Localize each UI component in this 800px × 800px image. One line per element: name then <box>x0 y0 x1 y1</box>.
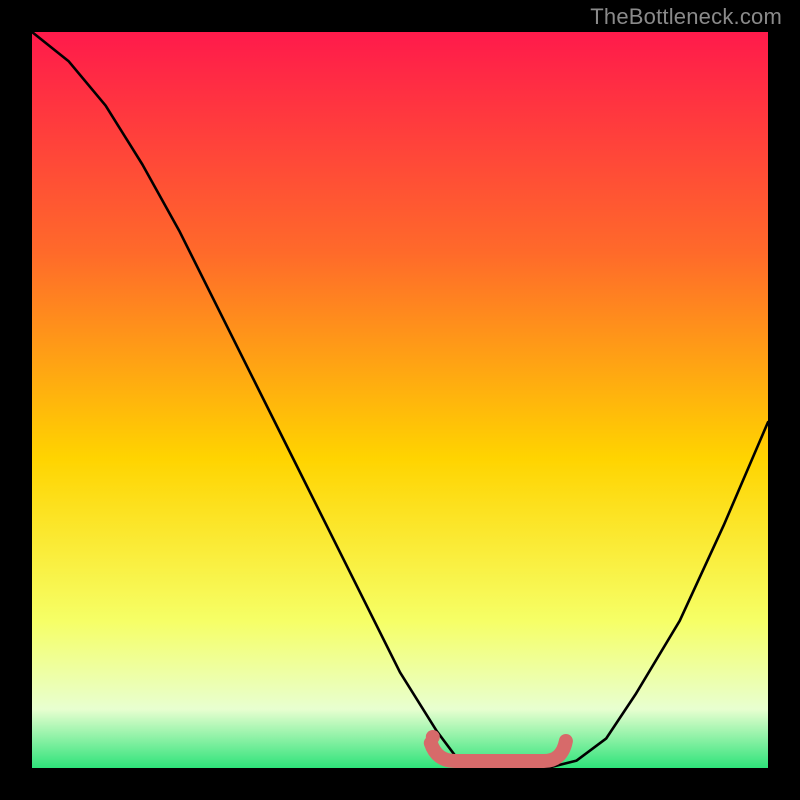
watermark-text: TheBottleneck.com <box>590 4 782 30</box>
plot-area <box>32 32 768 768</box>
sweet-spot-dot <box>426 730 440 744</box>
chart-svg <box>32 32 768 768</box>
chart-frame: TheBottleneck.com <box>0 0 800 800</box>
